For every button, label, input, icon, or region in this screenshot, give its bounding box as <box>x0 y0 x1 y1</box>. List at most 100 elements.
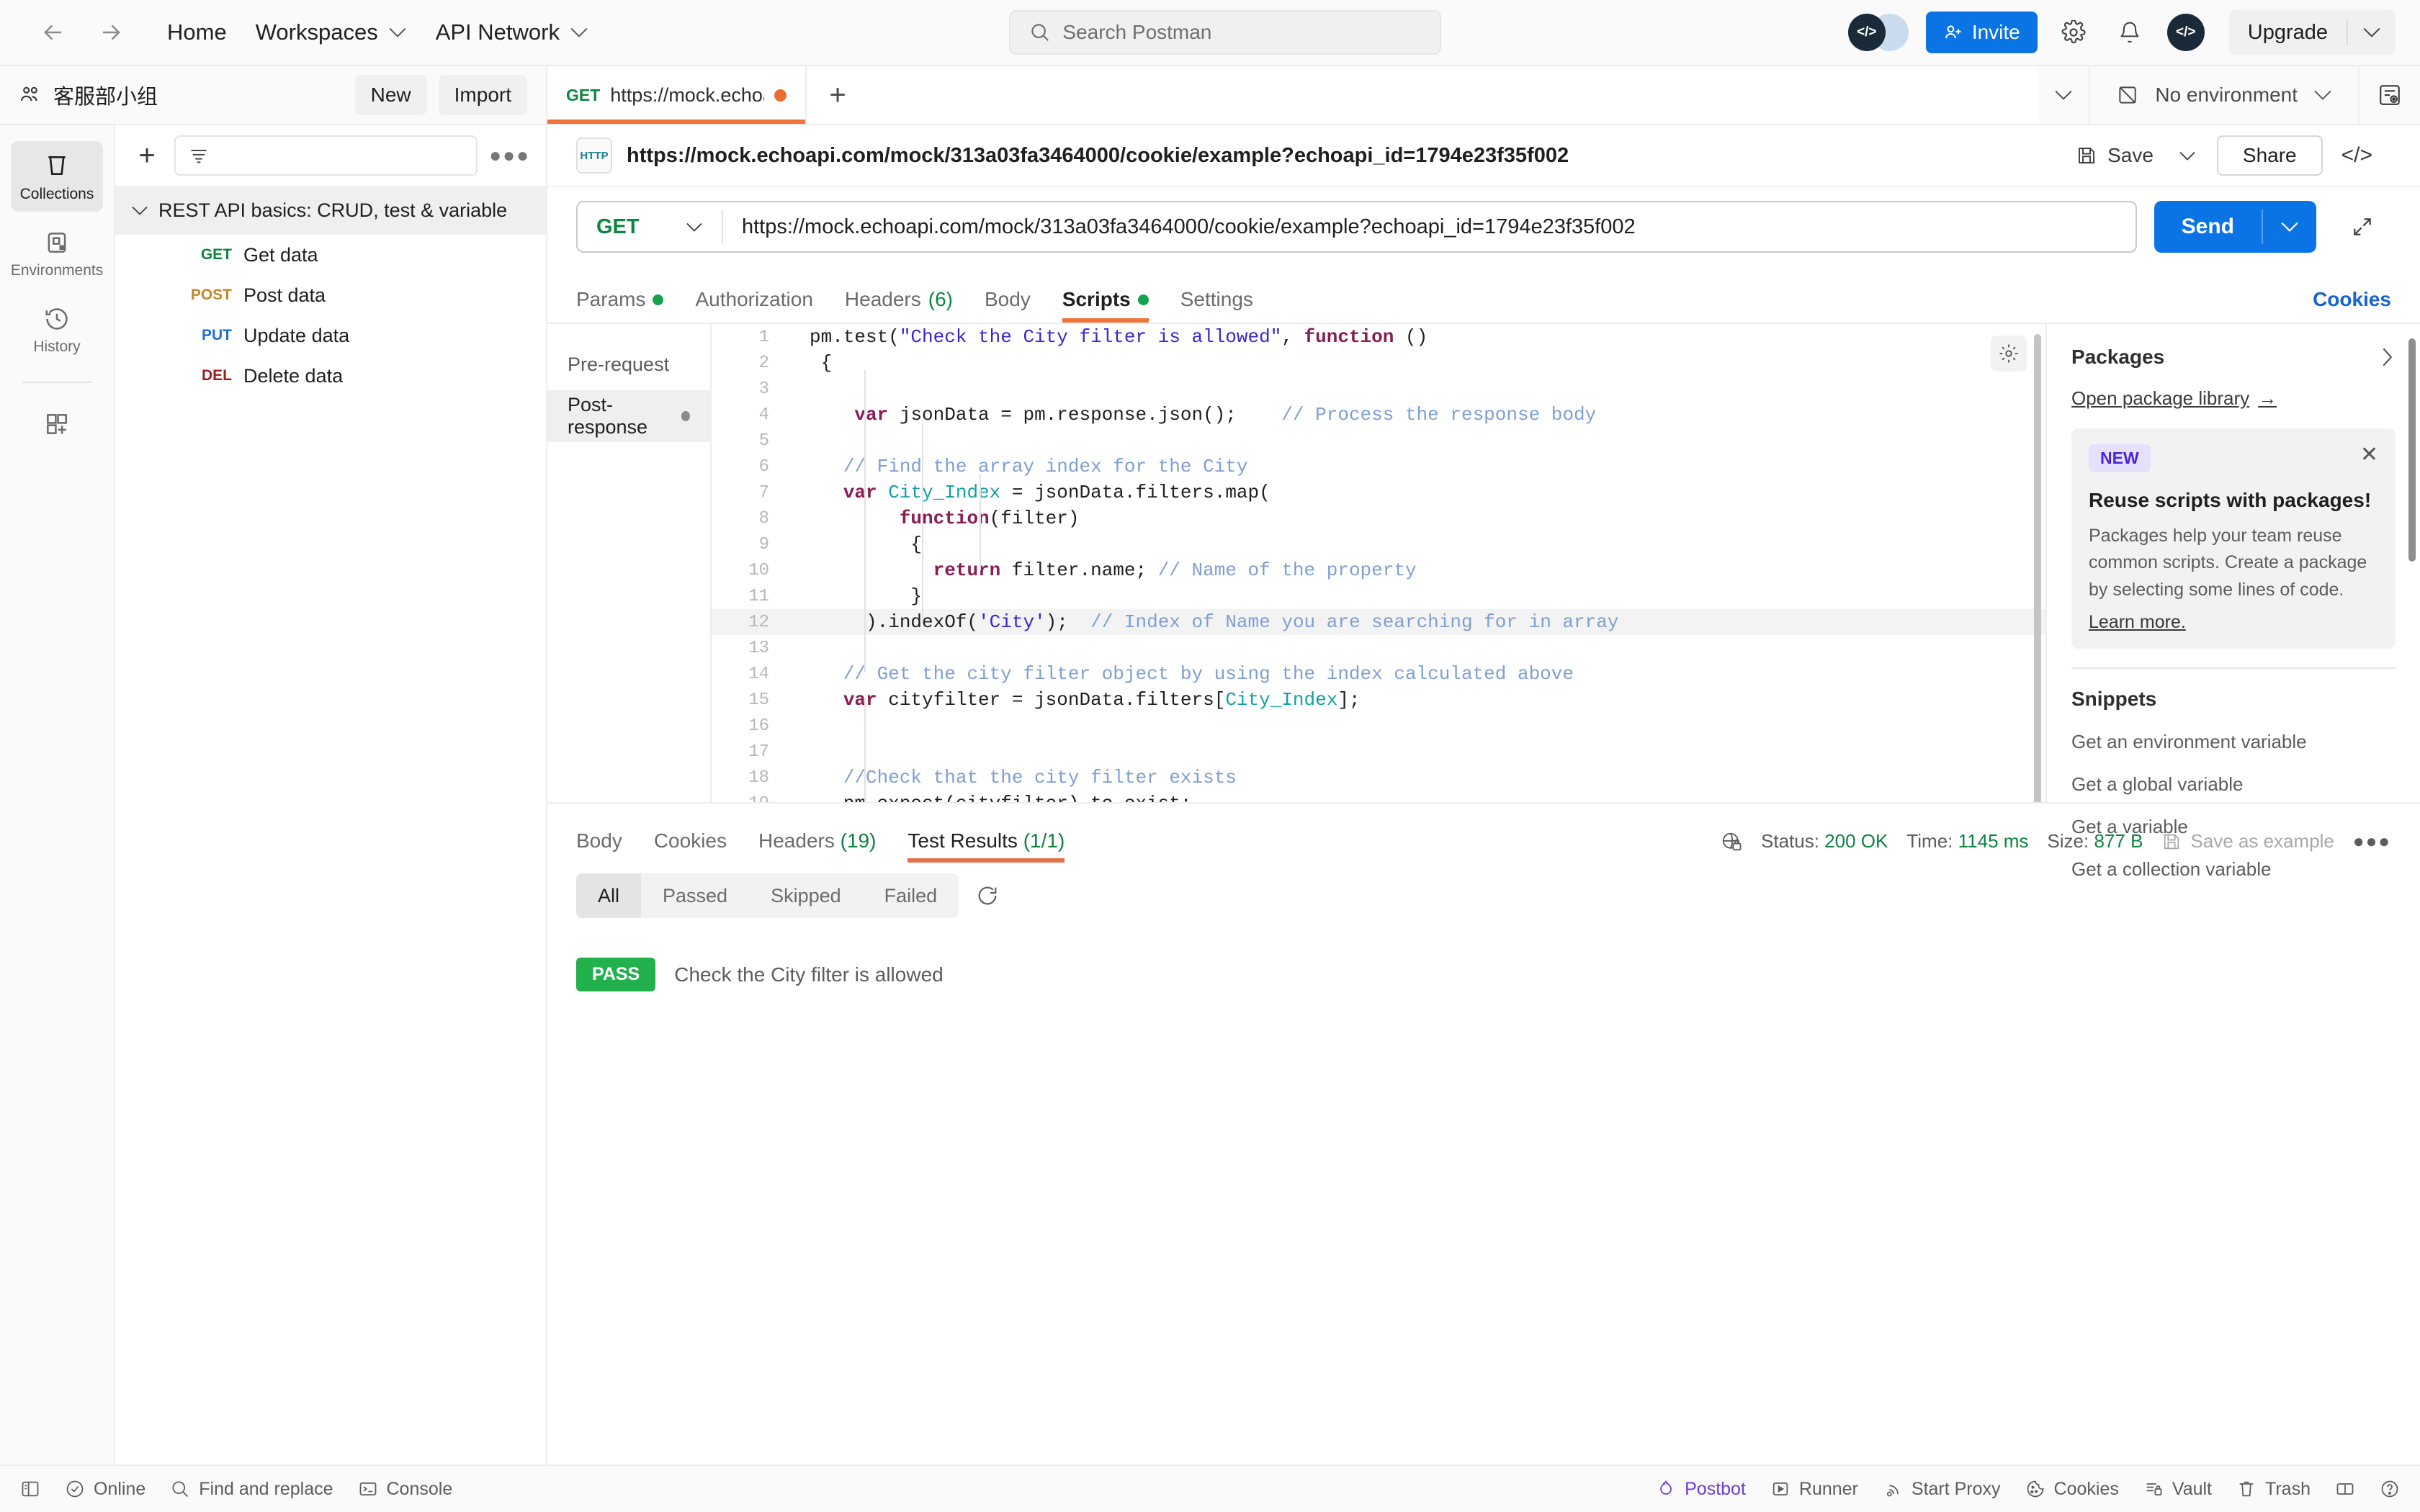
code-text[interactable]: var cityfilter = jsonData.filters[City_I… <box>788 689 1361 711</box>
code-text[interactable]: // Find the array index for the City <box>788 456 1248 477</box>
tab-authorization[interactable]: Authorization <box>679 288 828 323</box>
collection-row[interactable]: REST API basics: CRUD, test & variable <box>115 186 546 235</box>
code-text[interactable]: ).indexOf('City'); // Index of Name you … <box>788 611 1618 633</box>
code-text[interactable]: function(filter) <box>788 508 1080 529</box>
online-status[interactable]: Online <box>65 1479 145 1500</box>
learn-more-link[interactable]: Learn more. <box>2089 612 2378 633</box>
editor-scrollbar[interactable] <box>2034 334 2041 802</box>
code-line[interactable]: 5 <box>712 428 2045 454</box>
code-text[interactable]: //Check that the city filter exists <box>788 767 1237 788</box>
forward-icon[interactable] <box>92 14 130 51</box>
list-item[interactable]: PUT Update data <box>115 315 546 356</box>
response-tab-headers[interactable]: Headers (19) <box>743 829 892 863</box>
filter-skipped[interactable]: Skipped <box>749 873 863 918</box>
save-button[interactable]: Save <box>2061 144 2168 167</box>
cookies-button[interactable]: Cookies <box>2025 1479 2119 1500</box>
code-line[interactable]: 2 { <box>712 350 2045 376</box>
sidebar-filter-input[interactable] <box>174 135 478 176</box>
code-line[interactable]: 15 var cityfilter = jsonData.filters[Cit… <box>712 687 2045 713</box>
tab-settings[interactable]: Settings <box>1165 288 1269 323</box>
code-line[interactable]: 9 { <box>712 531 2045 557</box>
code-line[interactable]: 10 return filter.name; // Name of the pr… <box>712 557 2045 583</box>
send-options-chevron-icon[interactable] <box>2263 201 2316 253</box>
code-text[interactable]: pm.expect(cityfilter).to.exist; <box>788 793 1192 802</box>
snippet-item[interactable]: Get a collection variable <box>2071 858 2396 881</box>
code-text[interactable]: var City_Index = jsonData.filters.map( <box>788 482 1270 503</box>
notifications-bell-icon[interactable] <box>2110 12 2150 53</box>
code-line[interactable]: 19 pm.expect(cityfilter).to.exist; <box>712 791 2045 802</box>
code-lines[interactable]: 1 pm.test("Check the City filter is allow… <box>712 324 2045 802</box>
nav-api-network[interactable]: API Network <box>421 12 603 53</box>
new-button[interactable]: New <box>354 75 427 115</box>
code-line[interactable]: 7 var City_Index = jsonData.filters.map( <box>712 480 2045 505</box>
script-nav-pre-request[interactable]: Pre-request <box>547 338 710 390</box>
response-tab-test-results[interactable]: Test Results (1/1) <box>892 829 1080 863</box>
open-package-library-link[interactable]: Open package library → <box>2071 387 2277 410</box>
script-nav-post-response[interactable]: Post-response <box>547 390 710 442</box>
save-options-chevron-icon[interactable] <box>2168 135 2207 176</box>
tab-headers[interactable]: Headers (6) <box>829 288 969 323</box>
code-text[interactable]: { <box>788 352 833 374</box>
code-line[interactable]: 11 } <box>712 583 2045 609</box>
code-text[interactable] <box>788 430 821 451</box>
code-text[interactable]: { <box>788 534 922 555</box>
code-line[interactable]: 12 ).indexOf('City'); // Index of Name y… <box>712 609 2045 635</box>
add-new-button[interactable]: + <box>131 140 163 172</box>
snippet-item[interactable]: Get a variable <box>2071 816 2396 838</box>
nav-workspaces[interactable]: Workspaces <box>241 12 421 53</box>
code-line[interactable]: 17 <box>712 739 2045 765</box>
invite-button[interactable]: Invite <box>1925 12 2038 53</box>
code-line[interactable]: 18 //Check that the city filter exists <box>712 765 2045 791</box>
url-input[interactable]: https://mock.echoapi.com/mock/313a03fa34… <box>723 215 2136 239</box>
code-editor[interactable]: 1 pm.test("Check the City filter is allow… <box>712 324 2045 802</box>
sidebar-item-history[interactable]: History <box>11 295 103 364</box>
chevron-down-icon[interactable] <box>131 205 148 216</box>
tab-scripts[interactable]: Scripts <box>1047 288 1165 323</box>
settings-gear-icon[interactable] <box>2053 12 2094 53</box>
help-icon[interactable] <box>2380 1479 2400 1499</box>
filter-failed[interactable]: Failed <box>863 873 959 918</box>
tab-body[interactable]: Body <box>969 288 1047 323</box>
filter-passed[interactable]: Passed <box>641 873 749 918</box>
new-tab-button[interactable]: + <box>807 66 869 124</box>
method-selector[interactable]: GET <box>578 215 722 239</box>
find-and-replace-button[interactable]: Find and replace <box>170 1479 333 1500</box>
response-tab-body[interactable]: Body <box>576 829 638 863</box>
code-line[interactable]: 13 <box>712 635 2045 661</box>
environment-quick-look-icon[interactable] <box>2358 66 2420 124</box>
code-text[interactable]: var jsonData = pm.response.json(); // Pr… <box>788 404 1596 426</box>
code-text[interactable] <box>788 378 821 400</box>
code-line[interactable]: 3 <box>712 376 2045 402</box>
list-item[interactable]: DEL Delete data <box>115 356 546 396</box>
code-snippet-icon[interactable]: </> <box>2323 143 2391 168</box>
postbot-button[interactable]: Postbot <box>1656 1479 1746 1500</box>
tab-list-chevron-icon[interactable] <box>2038 75 2089 115</box>
code-text[interactable] <box>788 637 821 659</box>
list-item[interactable]: GET Get data <box>115 235 546 275</box>
code-text[interactable]: pm.test("Check the City filter is allowe… <box>788 326 1428 348</box>
upgrade-button[interactable]: Upgrade <box>2228 10 2396 55</box>
snippet-item[interactable]: Get an environment variable <box>2071 731 2396 753</box>
code-text[interactable]: // Get the city filter object by using t… <box>788 663 1574 685</box>
response-tab-cookies[interactable]: Cookies <box>638 829 743 863</box>
editor-settings-gear-icon[interactable] <box>1991 336 2027 372</box>
trash-button[interactable]: Trash <box>2236 1479 2311 1500</box>
sidebar-more-icon[interactable]: ●●● <box>489 144 530 167</box>
sidebar-item-collections[interactable]: Collections <box>11 141 103 212</box>
environment-selector[interactable]: No environment <box>2089 66 2358 124</box>
share-button[interactable]: Share <box>2216 135 2323 176</box>
import-button[interactable]: Import <box>438 75 527 115</box>
code-line[interactable]: 8 function(filter) <box>712 505 2045 531</box>
console-button[interactable]: Console <box>358 1479 452 1500</box>
sidebar-item-environments[interactable]: Environments <box>11 219 103 288</box>
code-text[interactable] <box>788 741 821 762</box>
cookies-link[interactable]: Cookies <box>2313 288 2391 323</box>
chevron-down-icon[interactable] <box>2348 10 2396 55</box>
code-line[interactable]: 6 // Find the array index for the City <box>712 454 2045 480</box>
code-line[interactable]: 1 pm.test("Check the City filter is allow… <box>712 324 2045 350</box>
close-icon[interactable]: ✕ <box>2360 444 2378 466</box>
request-tab[interactable]: GET https://mock.echoapi.c <box>547 66 807 124</box>
expand-collapse-icon[interactable] <box>2334 215 2391 238</box>
code-text[interactable]: return filter.name; // Name of the prope… <box>788 559 1417 581</box>
packages-scrollbar[interactable] <box>2408 338 2416 562</box>
